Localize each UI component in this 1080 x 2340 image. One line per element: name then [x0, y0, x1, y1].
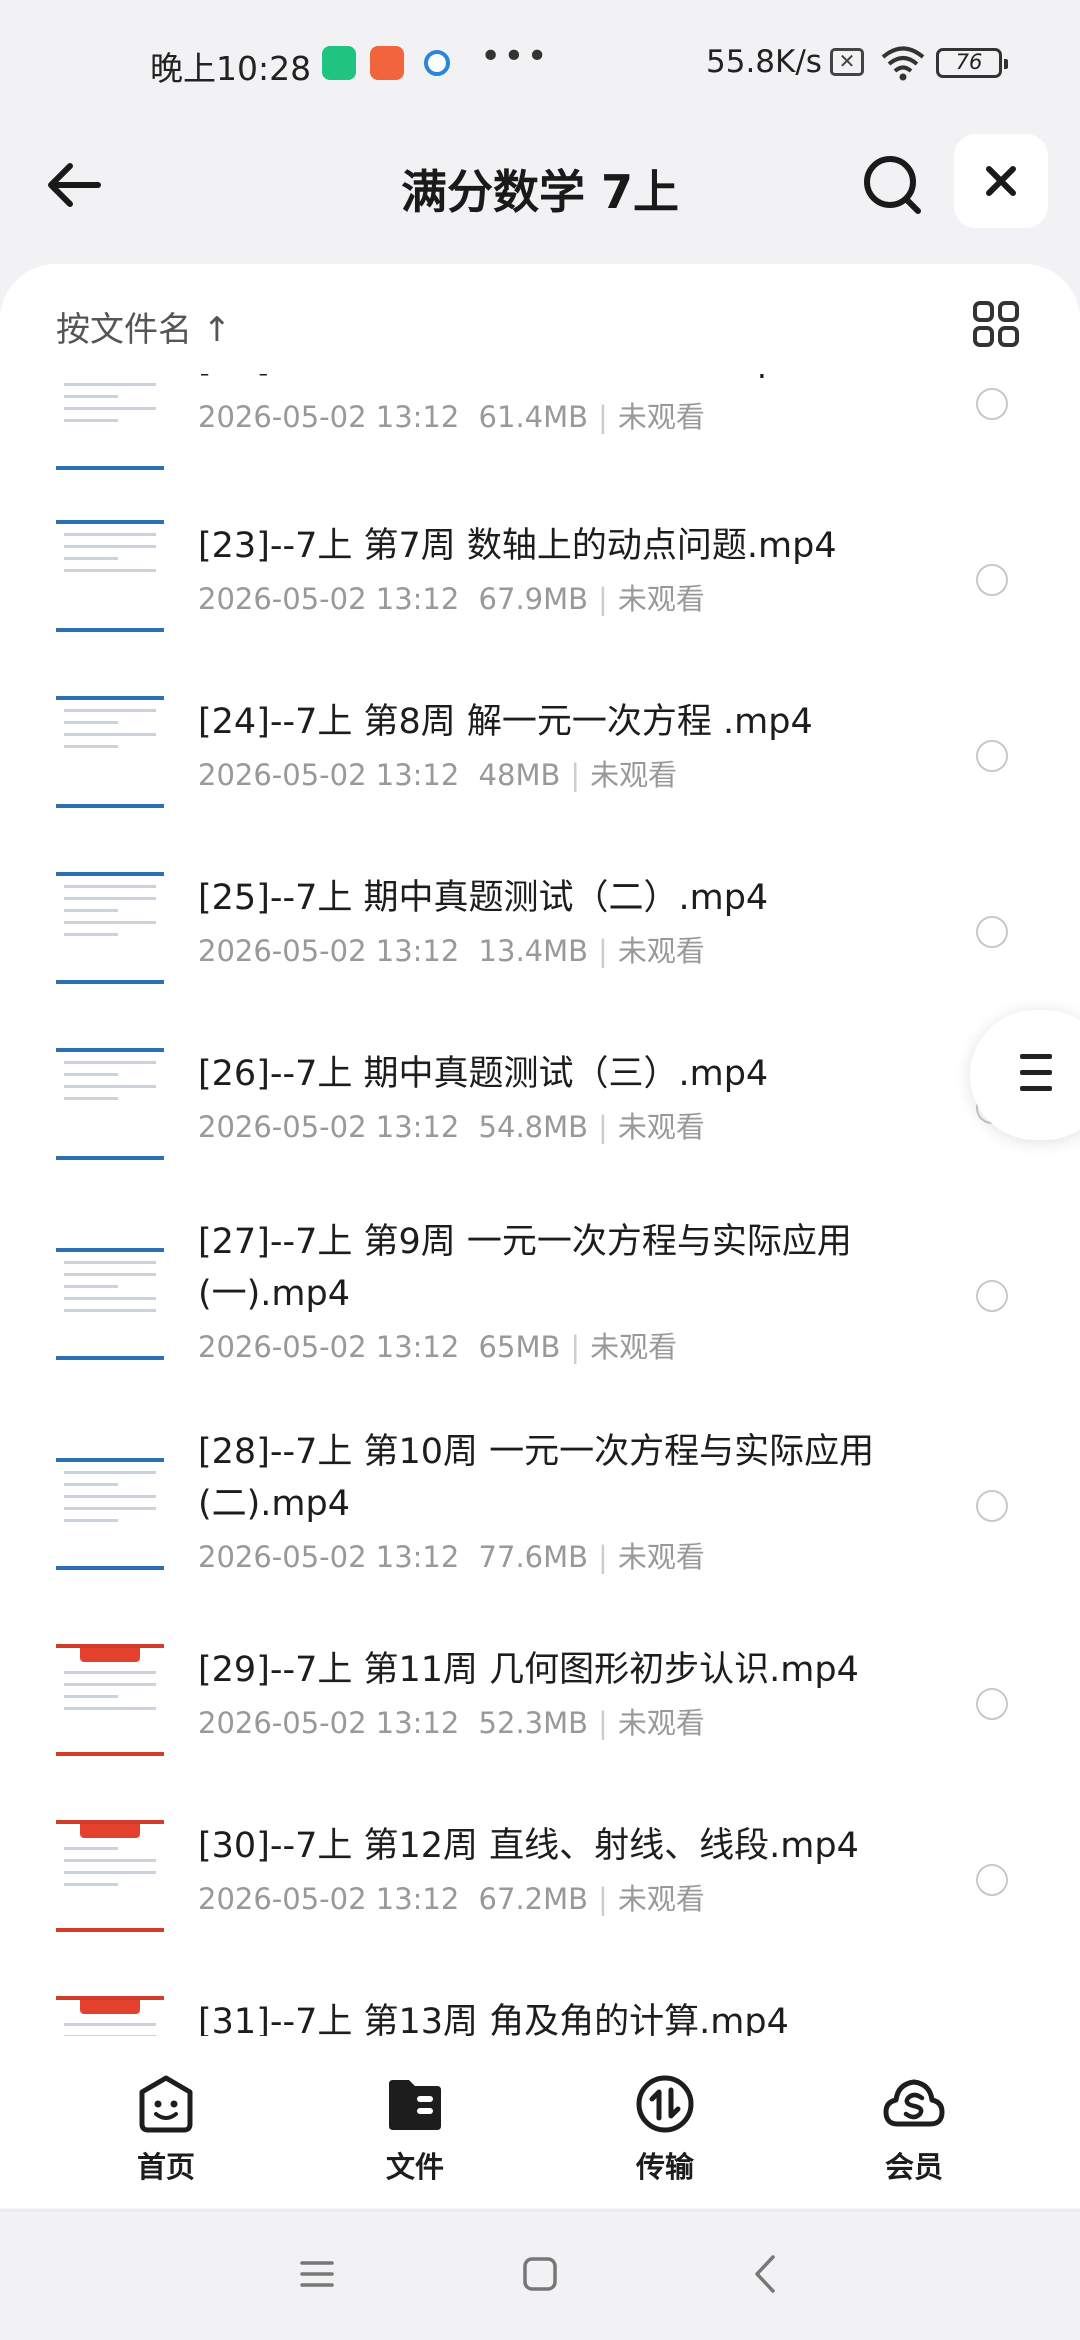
watch-status: 未观看	[617, 400, 705, 434]
close-button[interactable]	[954, 134, 1048, 228]
file-date: 2026-05-02 13:12	[198, 582, 460, 616]
select-radio[interactable]	[976, 564, 1008, 596]
watch-status: 未观看	[617, 1882, 705, 1916]
file-name: [27]--7上 第9周 一元一次方程与实际应用(一).mp4	[198, 1222, 852, 1314]
file-meta: 2026-05-02 13:12 52.3MB | 未观看	[198, 1706, 705, 1740]
tab-label: 会员	[884, 2150, 943, 2184]
tab-member[interactable]: 会员	[844, 2072, 984, 2192]
file-name: [26]--7上 期中真题测试（三）.mp4	[198, 1054, 769, 1094]
file-meta: 2026-05-02 13:12 54.8MB | 未观看	[198, 1110, 705, 1144]
file-size: 61.4MB	[478, 400, 589, 434]
tab-files[interactable]: 文件	[345, 2072, 485, 2192]
watch-status: 未观看	[617, 1706, 705, 1740]
file-meta: 2026-05-02 13:12 77.6MB | 未观看	[198, 1540, 705, 1574]
watch-status: 未观看	[590, 1330, 678, 1364]
video-thumbnail	[56, 1820, 164, 1932]
file-size: 13.4MB	[478, 934, 589, 968]
select-radio[interactable]	[976, 1688, 1008, 1720]
video-thumbnail	[56, 1644, 164, 1756]
file-name: [30]--7上 第12周 直线、射线、线段.mp4	[198, 1826, 859, 1866]
video-thumbnail	[56, 872, 164, 984]
tab-label: 传输	[635, 2150, 694, 2184]
file-size: 77.6MB	[478, 1540, 589, 1574]
folder-icon	[389, 2080, 441, 2130]
more-notifications-icon: •••	[480, 36, 550, 77]
file-name: [28]--7上 第10周 一元一次方程与实际应用(二).mp4	[198, 1432, 875, 1524]
home-nav-icon[interactable]	[515, 2249, 565, 2299]
sort-by-name-button[interactable]: 按文件名 ↑	[56, 302, 231, 351]
file-meta: 2026-05-02 13:12 67.2MB | 未观看	[198, 1882, 705, 1916]
app-network-icon	[424, 50, 450, 76]
watch-status: 未观看	[617, 1110, 705, 1144]
menu-icon	[1020, 1054, 1052, 1059]
grid-view-icon[interactable]	[972, 300, 1020, 348]
file-meta: 2026-05-02 13:12 61.4MB | 未观看	[198, 400, 705, 434]
file-meta: 2026-05-02 13:12 48MB | 未观看	[198, 758, 678, 792]
select-radio[interactable]	[976, 740, 1008, 772]
tab-transfer[interactable]: 传输	[595, 2072, 735, 2192]
transfer-icon	[636, 2075, 694, 2133]
video-thumbnail	[56, 520, 164, 632]
video-thumbnail	[56, 1248, 164, 1360]
file-date: 2026-05-02 13:12	[198, 1540, 460, 1574]
file-date: 2026-05-02 13:12	[198, 758, 460, 792]
file-size: 67.9MB	[478, 582, 589, 616]
tab-label: 文件	[385, 2150, 444, 2184]
select-radio[interactable]	[976, 1490, 1008, 1522]
video-thumbnail	[56, 696, 164, 808]
back-nav-icon[interactable]	[742, 2249, 792, 2299]
app-shield-icon	[322, 46, 356, 80]
video-thumbnail	[56, 358, 164, 470]
tab-label: 首页	[136, 2150, 195, 2184]
file-name: [24]--7上 第8周 解一元一次方程 .mp4	[198, 702, 813, 742]
tab-home[interactable]: 首页	[96, 2072, 236, 2192]
file-meta: 2026-05-02 13:12 13.4MB | 未观看	[198, 934, 705, 968]
file-size: 54.8MB	[478, 1110, 589, 1144]
select-radio[interactable]	[976, 1864, 1008, 1896]
file-size: 48MB	[478, 758, 561, 792]
sort-bar: 按文件名 ↑	[0, 264, 1080, 374]
file-name: [29]--7上 第11周 几何图形初步认识.mp4	[198, 1650, 859, 1690]
watch-status: 未观看	[590, 758, 678, 792]
file-name: [25]--7上 期中真题测试（二）.mp4	[198, 878, 769, 918]
file-meta: 2026-05-02 13:12 67.9MB | 未观看	[198, 582, 705, 616]
video-thumbnail	[56, 1048, 164, 1160]
file-date: 2026-05-02 13:12	[198, 934, 460, 968]
status-bar: 晚上10:28 ••• 55.8K/s ✕ 76	[0, 0, 1080, 130]
file-name: [23]--7上 第7周 数轴上的动点问题.mp4	[198, 526, 837, 566]
file-size: 52.3MB	[478, 1706, 589, 1740]
file-meta: 2026-05-02 13:12 65MB | 未观看	[198, 1330, 678, 1364]
header: 满分数学 7上	[0, 130, 1080, 240]
file-size: 65MB	[478, 1330, 561, 1364]
watch-status: 未观看	[617, 1540, 705, 1574]
status-time: 晚上10:28	[150, 49, 312, 88]
bottom-tab-bar: 首页 文件 传输 会员	[0, 2036, 1080, 2208]
select-radio[interactable]	[976, 388, 1008, 420]
search-icon[interactable]	[858, 150, 928, 220]
file-date: 2026-05-02 13:12	[198, 1110, 460, 1144]
app-bag-icon	[370, 46, 404, 80]
menu-nav-icon[interactable]	[292, 2249, 342, 2299]
select-radio[interactable]	[976, 1280, 1008, 1312]
file-date: 2026-05-02 13:12	[198, 1706, 460, 1740]
file-size: 67.2MB	[478, 1882, 589, 1916]
no-sim-icon: ✕	[830, 48, 864, 76]
file-date: 2026-05-02 13:12	[198, 1330, 460, 1364]
cloud-member-icon	[883, 2079, 945, 2127]
watch-status: 未观看	[617, 582, 705, 616]
battery-indicator: 76	[936, 48, 1008, 78]
wifi-icon	[881, 46, 925, 81]
video-thumbnail	[56, 1458, 164, 1570]
select-radio[interactable]	[976, 916, 1008, 948]
file-date: 2026-05-02 13:12	[198, 1882, 460, 1916]
system-nav-bar	[0, 2210, 1080, 2340]
home-face-icon	[139, 2075, 193, 2133]
file-date: 2026-05-02 13:12	[198, 400, 460, 434]
file-list-card: [22]--7上 第6周 找规律与新定义.mp4 2026-05-02 13:1…	[0, 264, 1080, 2044]
watch-status: 未观看	[617, 934, 705, 968]
close-icon	[986, 166, 1016, 196]
network-speed: 55.8K/s	[706, 44, 822, 80]
